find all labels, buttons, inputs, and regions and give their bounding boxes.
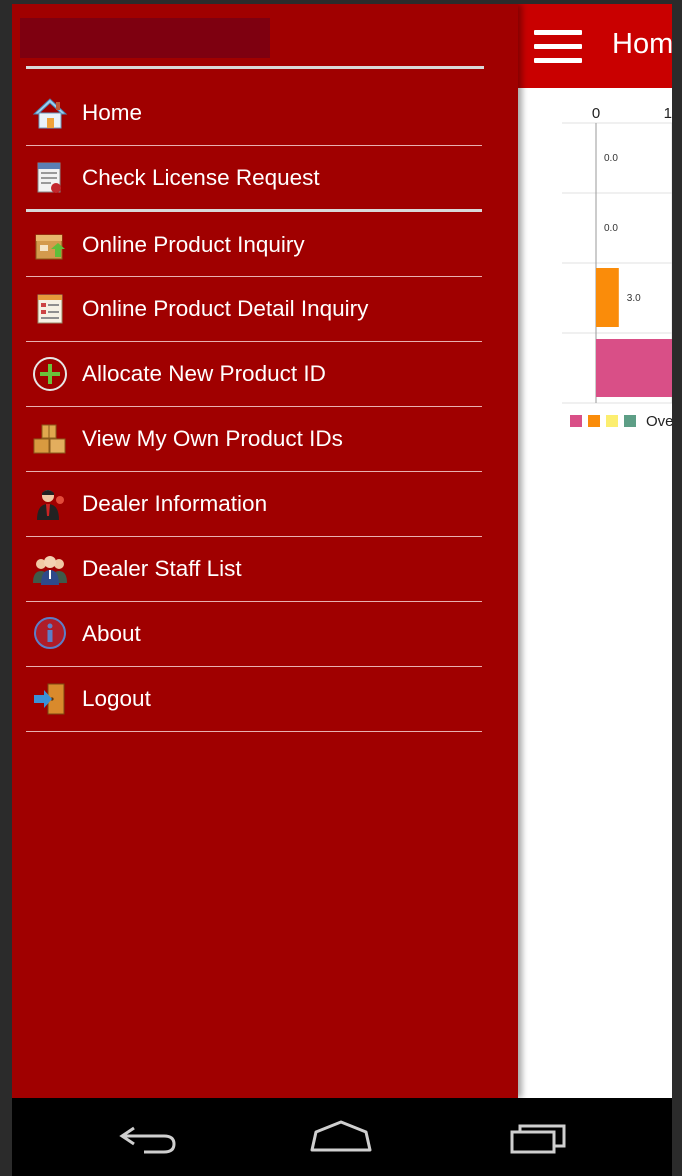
menu-item-logout[interactable]: Logout: [26, 668, 482, 732]
section-divider: [26, 209, 482, 212]
back-icon[interactable]: [114, 1118, 184, 1158]
drawer-header-divider: [26, 66, 484, 69]
divider: [26, 276, 482, 277]
data-label: 0.0: [604, 153, 618, 164]
system-nav-bar: [12, 1098, 672, 1176]
menu-item-label: Logout: [82, 686, 151, 711]
menu-item-label: Online Product Inquiry: [82, 232, 305, 257]
logout-door-icon: [34, 683, 65, 715]
dealer-person-icon: [37, 490, 64, 520]
menu-item-label: Dealer Staff List: [82, 556, 242, 581]
data-label: 3.0: [627, 293, 641, 304]
data-label: 0.0: [604, 223, 618, 234]
home-nav-icon[interactable]: [306, 1118, 376, 1158]
bar: [596, 339, 672, 397]
menu-item-check-license-request[interactable]: Check License Request: [26, 147, 482, 211]
divider: [26, 666, 482, 667]
menu-item-about[interactable]: About: [26, 603, 482, 667]
drawer-header: [20, 18, 270, 58]
divider: [26, 601, 482, 602]
x-tick-label: 10: [664, 105, 672, 122]
x-tick-label: 0: [592, 105, 600, 122]
divider: [26, 145, 482, 146]
navigation-drawer: Home Check License Request Online Produc…: [12, 4, 518, 1098]
menu-item-online-product-detail-inquiry[interactable]: Online Product Detail Inquiry: [26, 278, 482, 342]
menu-item-label: Check License Request: [82, 165, 320, 190]
legend-swatch: [606, 415, 618, 427]
info-icon: [34, 617, 66, 649]
chart-canvas: 0 10 0.0 0.0 3.0 Over: [562, 105, 672, 430]
bar-chart: 0 10 0.0 0.0 3.0 Over: [532, 88, 672, 448]
recents-icon[interactable]: [506, 1118, 576, 1158]
license-document-icon: [37, 162, 61, 193]
divider: [26, 341, 482, 342]
plus-circle-icon: [33, 357, 67, 391]
menu-item-dealer-information[interactable]: Dealer Information: [26, 473, 482, 537]
staff-group-icon: [33, 556, 67, 585]
menu-item-label: Online Product Detail Inquiry: [82, 296, 369, 321]
divider: [26, 536, 482, 537]
menu-item-allocate-new-product-id[interactable]: Allocate New Product ID: [26, 343, 482, 407]
product-box-icon: [35, 234, 65, 260]
menu-item-label: About: [82, 621, 141, 646]
menu-item-online-product-inquiry[interactable]: Online Product Inquiry: [26, 214, 482, 278]
menu-item-label: View My Own Product IDs: [82, 426, 343, 451]
divider: [26, 731, 482, 732]
menu-item-view-my-own-product-ids[interactable]: View My Own Product IDs: [26, 408, 482, 472]
detail-form-icon: [37, 294, 63, 324]
menu-item-label: Dealer Information: [82, 491, 268, 516]
menu-item-home[interactable]: Home: [26, 82, 482, 146]
legend-swatch: [570, 415, 582, 427]
divider: [26, 471, 482, 472]
screen: Hom 0 10 0.0 0.0 3.0 Over Home: [12, 4, 672, 1098]
legend-label: Over: [646, 413, 672, 430]
menu-item-dealer-staff-list[interactable]: Dealer Staff List: [26, 538, 482, 602]
menu-icon[interactable]: [534, 30, 582, 64]
divider: [26, 406, 482, 407]
boxes-icon: [33, 424, 66, 454]
device-frame: Hom 0 10 0.0 0.0 3.0 Over Home: [0, 0, 682, 1176]
legend-swatch: [588, 415, 600, 427]
page-title: Hom: [612, 28, 672, 60]
menu-item-label: Home: [82, 100, 143, 125]
bar: [596, 268, 619, 327]
home-icon: [32, 98, 68, 129]
legend-swatch: [624, 415, 636, 427]
menu-item-label: Allocate New Product ID: [82, 361, 326, 386]
